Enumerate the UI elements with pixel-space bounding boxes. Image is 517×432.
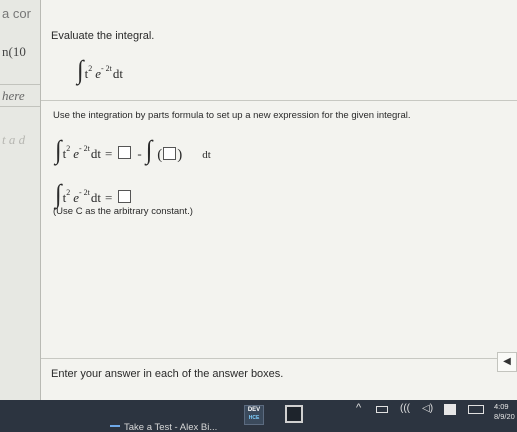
windows-taskbar: Take a Test - Alex Bi... DEV HCE ^ ((( ◁)… xyxy=(0,400,517,432)
parts-instruction: Use the integration by parts formula to … xyxy=(53,110,411,121)
wifi-icon[interactable]: ((( xyxy=(400,403,410,414)
integral-sign: ∫ xyxy=(55,136,62,166)
integrand-exponent: - 2t xyxy=(100,64,112,73)
footer-instruction: Enter your answer in each of the answer … xyxy=(51,368,284,380)
dev-app-icon[interactable]: DEV HCE xyxy=(244,405,264,425)
integrand-exponent: - 2t xyxy=(78,144,90,153)
parts-formula: ∫t2 e- 2tdt = - ∫ () dt xyxy=(55,136,211,166)
integrand-differential: dt xyxy=(90,190,101,205)
notification-icon[interactable] xyxy=(444,404,456,415)
integrand-power: 2 xyxy=(66,144,71,153)
previous-arrow-button[interactable]: ◀ xyxy=(497,352,517,372)
given-integral: ∫t2 e- 2tdt xyxy=(77,56,123,86)
equals-sign: = xyxy=(105,190,113,205)
equals-sign: = xyxy=(105,146,113,161)
background-text-fragment: here xyxy=(2,88,25,103)
tray-chevron-up-icon[interactable]: ^ xyxy=(356,402,361,414)
background-divider xyxy=(0,106,40,107)
footer-divider xyxy=(41,358,517,359)
clock-date: 8/9/20 xyxy=(494,412,515,421)
answer-box-vdu[interactable] xyxy=(163,147,177,160)
question-panel: Evaluate the integral. ∫t2 e- 2tdt Use th… xyxy=(41,0,517,400)
integrand-power: 2 xyxy=(88,64,93,73)
background-divider xyxy=(0,84,40,85)
integrand-differential: dt xyxy=(112,66,123,81)
question-header: Evaluate the integral. ∫t2 e- 2tdt xyxy=(41,0,517,101)
integral-sign: ∫ xyxy=(77,56,84,86)
keyboard-icon[interactable] xyxy=(468,405,484,414)
screen: a cor n(10 here t a d Evaluate the integ… xyxy=(0,0,517,432)
answer-box-vdu-group: () xyxy=(157,147,183,163)
battery-icon[interactable] xyxy=(376,406,388,413)
active-indicator xyxy=(110,425,120,427)
integrand-exponent: - 2t xyxy=(78,188,90,197)
clock-time: 4:09 xyxy=(494,402,509,411)
background-window-strip: a cor n(10 here t a d xyxy=(0,0,41,400)
background-text-fragment: n(10 xyxy=(2,44,26,59)
formula-differential: dt xyxy=(202,149,211,161)
answer-box-uv[interactable] xyxy=(118,146,132,159)
question-title: Evaluate the integral. xyxy=(51,30,155,42)
answer-box-final[interactable] xyxy=(118,190,132,203)
minus-sign: - xyxy=(137,146,142,161)
background-text-fragment: t a d xyxy=(2,132,26,147)
integrand-differential: dt xyxy=(90,146,101,161)
taskbar-item-take-a-test[interactable]: Take a Test - Alex Bi... xyxy=(110,422,217,432)
integral-sign: ∫ xyxy=(145,136,153,166)
constant-note: (Use C as the arbitrary constant.) xyxy=(53,206,193,217)
window-app-icon[interactable] xyxy=(285,405,303,423)
background-text-fragment: a cor xyxy=(2,6,31,21)
system-clock[interactable]: 4:09 8/9/20 xyxy=(494,402,515,422)
taskbar-item-label: Take a Test - Alex Bi... xyxy=(124,422,218,432)
final-answer-formula: ∫t2 e- 2tdt = xyxy=(55,181,133,209)
volume-icon[interactable]: ◁) xyxy=(422,403,433,414)
integrand-power: 2 xyxy=(66,188,71,197)
